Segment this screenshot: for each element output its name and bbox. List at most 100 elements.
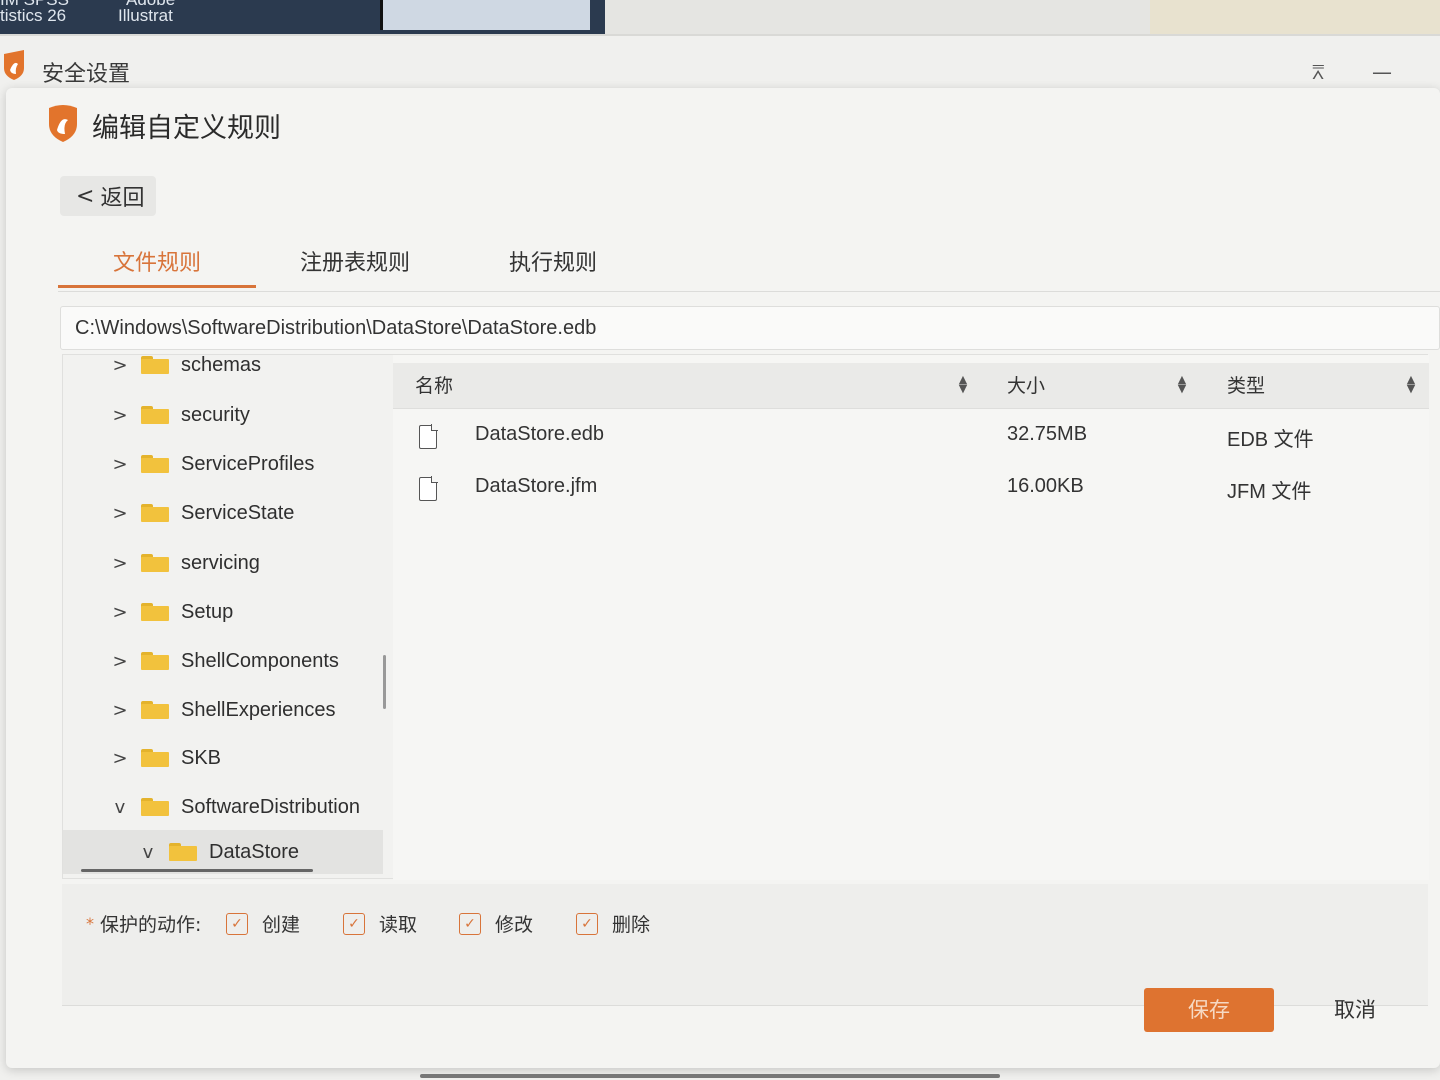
checkbox-checked-icon[interactable]: ✓ (226, 912, 248, 935)
checkbox-label: 修改 (495, 914, 534, 936)
tab-registry-rules[interactable]: 注册表规则 (280, 244, 430, 288)
sort-icon[interactable]: ▲ ▼ (1176, 374, 1188, 394)
desktop-icon-label-spss-line2: tistics 26 (0, 6, 67, 25)
file-size: 32.75MB (1007, 423, 1088, 445)
tree-item[interactable]: v SoftwareDistribution (63, 785, 383, 829)
chevron-right-icon[interactable]: > (111, 700, 129, 721)
folder-icon (141, 798, 169, 816)
desktop-icon-label-illustrator-line2: Illustrat (118, 6, 173, 25)
folder-icon (141, 749, 169, 767)
desktop-window-thumbnail (380, 0, 590, 30)
tree-item-label: SoftwareDistribution (181, 795, 360, 818)
file-type: EDB 文件 (1227, 429, 1314, 451)
tree-item[interactable]: > ServiceState (63, 491, 383, 535)
window-titlebar: 安全设置 ⩞ — (0, 36, 1440, 87)
tree-item[interactable]: > ShellExperiences (63, 688, 383, 732)
chevron-right-icon[interactable]: > (111, 503, 129, 524)
table-row[interactable]: DataStore.edb 32.75MB EDB 文件 (393, 411, 1429, 463)
folder-icon (141, 652, 169, 670)
chevron-right-icon[interactable]: > (111, 651, 129, 672)
window-menu-icon[interactable]: ⩞ (1312, 60, 1324, 84)
column-header-size[interactable]: 大小 (1007, 363, 1045, 409)
file-name: DataStore.edb (475, 423, 604, 445)
window-title: 安全设置 (42, 62, 131, 87)
chevron-down-icon[interactable]: v (139, 842, 157, 863)
checkbox-modify[interactable]: ✓ 修改 (459, 910, 533, 937)
desktop-icon-label-spss[interactable]: IM SPSS tistics 26 (0, 0, 69, 25)
tree-vertical-scrollbar[interactable] (383, 655, 386, 709)
tree-item-selected[interactable]: v DataStore (63, 830, 383, 874)
chevron-right-icon[interactable]: > (111, 748, 129, 769)
tree-item-label: Setup (181, 600, 234, 623)
tab-file-rules[interactable]: 文件规则 (58, 244, 256, 288)
tree-horizontal-scrollbar[interactable] (81, 869, 313, 872)
column-header-name[interactable]: 名称 (415, 363, 453, 409)
dialog-title: 编辑自定义规则 (92, 113, 281, 144)
save-button[interactable]: 保存 (1144, 988, 1274, 1032)
file-name: DataStore.jfm (475, 475, 598, 497)
checkbox-create[interactable]: ✓ 创建 (226, 910, 300, 937)
tree-item-label: schemas (181, 355, 262, 376)
checkbox-label: 创建 (262, 914, 301, 936)
tree-item-label: security (181, 403, 250, 426)
sort-icon[interactable]: ▲ ▼ (1405, 374, 1417, 394)
chevron-right-icon[interactable]: > (111, 405, 129, 426)
tree-item[interactable]: > ServiceProfiles (63, 442, 383, 486)
tree-item-label: ServiceState (181, 501, 295, 524)
folder-icon (141, 406, 169, 424)
chevron-right-icon[interactable]: > (111, 553, 129, 574)
path-input[interactable]: C:\Windows\SoftwareDistribution\DataStor… (60, 306, 1440, 350)
file-icon (419, 476, 438, 501)
tree-item[interactable]: > schemas (63, 355, 383, 387)
chevron-right-icon[interactable]: > (111, 454, 129, 475)
desktop-background: IM SPSS tistics 26 Adobe Illustrat (0, 0, 1440, 34)
folder-icon (141, 504, 169, 522)
file-icon (419, 424, 438, 449)
folder-icon (141, 455, 169, 473)
sort-icon[interactable]: ▲ ▼ (957, 374, 969, 394)
tree-item-label: ShellComponents (181, 649, 339, 672)
desktop-wallpaper-art (1150, 0, 1440, 34)
tree-item[interactable]: > servicing (63, 541, 383, 585)
file-size: 16.00KB (1007, 475, 1084, 497)
window-horizontal-scrollbar[interactable] (420, 1074, 1000, 1078)
tree-item-label: servicing (181, 551, 260, 574)
protected-actions-label: 保护的动作: (100, 914, 202, 936)
column-header-type[interactable]: 类型 (1227, 363, 1265, 409)
desktop-icon-label-illustrator[interactable]: Adobe Illustrat (118, 0, 175, 25)
chevron-right-icon[interactable]: > (111, 355, 129, 376)
checkbox-read[interactable]: ✓ 读取 (343, 910, 417, 937)
chevron-right-icon[interactable]: > (111, 602, 129, 623)
back-button[interactable]: < 返回 (60, 176, 156, 216)
chevron-left-icon: < (76, 183, 95, 209)
back-button-label: 返回 (100, 186, 145, 211)
required-mark: * (86, 914, 94, 933)
tree-item[interactable]: > Setup (63, 590, 383, 634)
tree-item[interactable]: > ShellComponents (63, 639, 383, 683)
tree-item-label: ShellExperiences (181, 698, 336, 721)
tree-item-label: ServiceProfiles (181, 452, 315, 475)
file-list-panel: 名称 ▲ ▼ 大小 ▲ ▼ 类型 ▲ ▼ DataStore.edb 32.75MB … (393, 355, 1429, 880)
checkbox-checked-icon[interactable]: ✓ (459, 912, 481, 935)
folder-icon (141, 356, 169, 374)
tab-execution-rules[interactable]: 执行规则 (488, 244, 618, 288)
table-row[interactable]: DataStore.jfm 16.00KB JFM 文件 (393, 463, 1429, 515)
chevron-down-icon[interactable]: v (111, 797, 129, 818)
tree-item-label: SKB (181, 746, 222, 769)
minimize-icon[interactable]: — (1372, 60, 1392, 84)
rule-tabs: 文件规则 注册表规则 执行规则 (58, 240, 1440, 292)
security-settings-window: 安全设置 ⩞ — 编辑自定义规则 < 返回 文件规则 注册表规则 执行规则 C:… (0, 36, 1440, 1080)
app-logo-icon (4, 50, 24, 80)
folder-icon (141, 701, 169, 719)
checkbox-checked-icon[interactable]: ✓ (576, 912, 598, 935)
file-type: JFM 文件 (1227, 481, 1312, 503)
folder-tree: > schemas > security > ServiceProfiles >… (63, 355, 383, 880)
tree-item[interactable]: > security (63, 393, 383, 437)
file-table-header: 名称 ▲ ▼ 大小 ▲ ▼ 类型 ▲ ▼ (393, 363, 1429, 409)
tree-item[interactable]: > SKB (63, 736, 383, 780)
checkbox-checked-icon[interactable]: ✓ (343, 912, 365, 935)
checkbox-delete[interactable]: ✓ 删除 (576, 910, 650, 937)
folder-icon (141, 554, 169, 572)
cancel-button[interactable]: 取消 (1300, 988, 1410, 1032)
shield-logo-icon (49, 105, 77, 142)
